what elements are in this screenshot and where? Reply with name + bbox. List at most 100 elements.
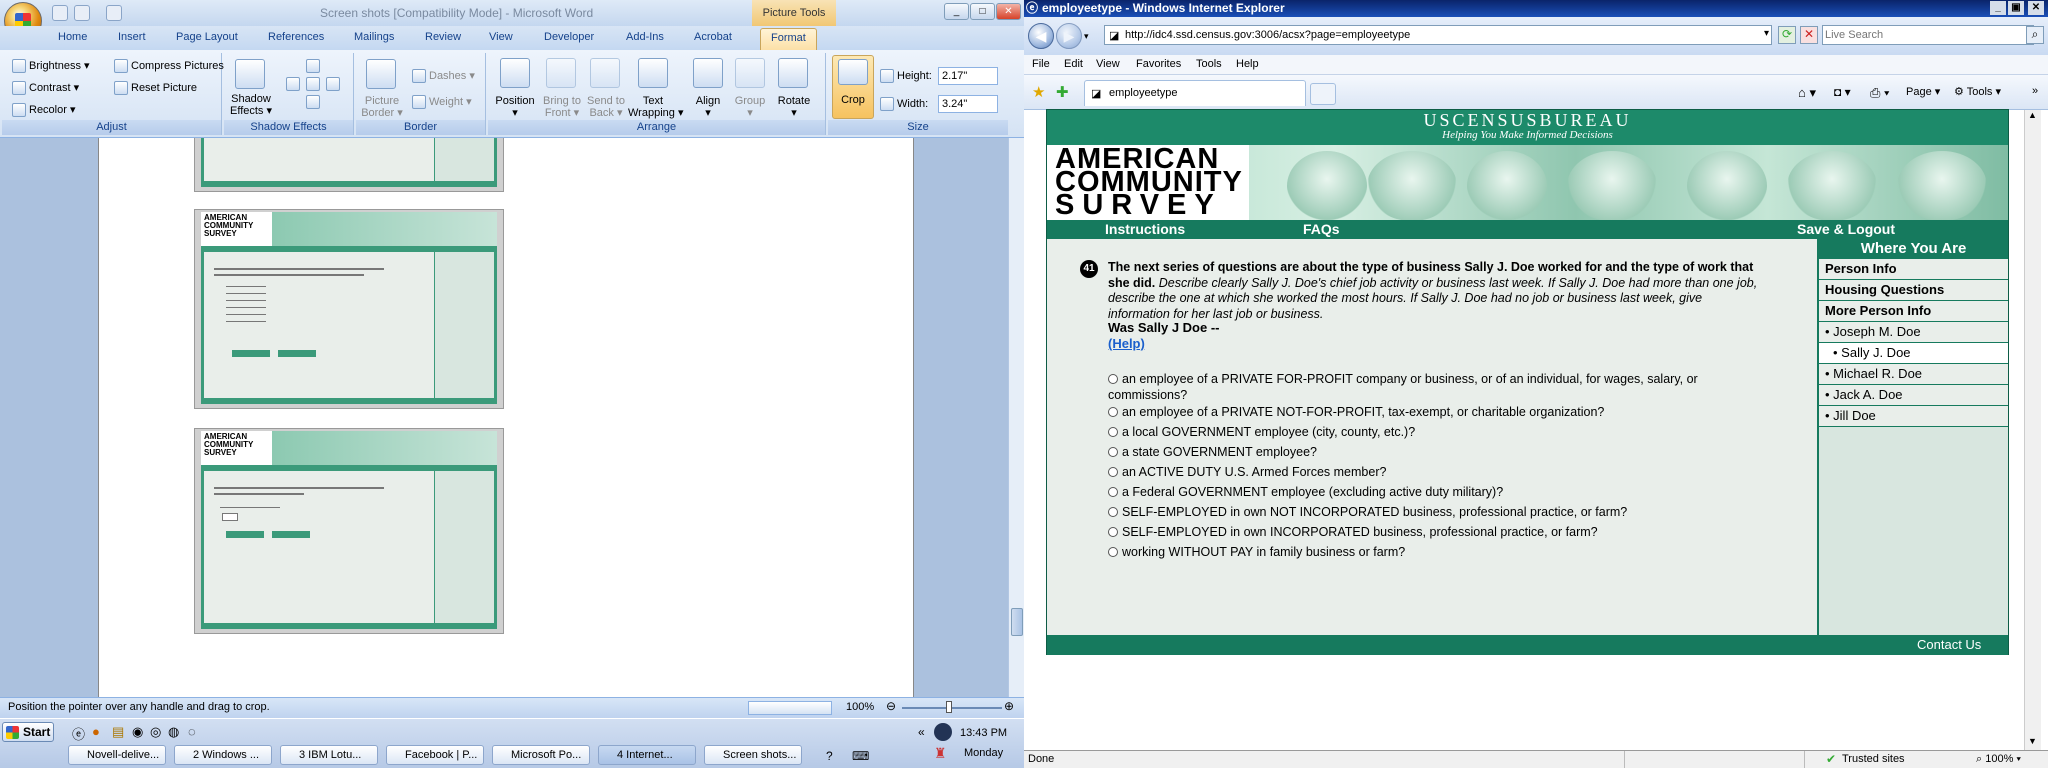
contrast-button[interactable]: Contrast ▾ [12, 81, 79, 96]
screenshot-thumbnail-3[interactable]: AMERICAN COMMUNITY SURVEY [194, 428, 504, 634]
url-dropdown-icon[interactable]: ▾ [1764, 28, 1769, 39]
sidebar-person-joseph[interactable]: • Joseph M. Doe [1819, 322, 2008, 343]
bring-to-front-button[interactable]: Bring to Front ▾ [540, 95, 584, 119]
zoom-slider[interactable] [902, 707, 1002, 709]
send-to-back-icon[interactable] [590, 58, 620, 88]
tab-developer[interactable]: Developer [544, 31, 594, 43]
nudge-right-icon[interactable] [326, 77, 340, 91]
taskbar-button-facebook[interactable]: Facebook | P... [386, 745, 484, 765]
scrollbar-thumb[interactable] [1011, 608, 1023, 636]
screenshot-thumbnail-2[interactable]: AMERICAN COMMUNITY SURVEY [194, 209, 504, 409]
toolbar-overflow-icon[interactable]: » [2032, 85, 2038, 97]
nudge-up-icon[interactable] [306, 59, 320, 73]
zoom-out-icon[interactable]: ⊖ [886, 699, 896, 713]
tab-add-ins[interactable]: Add-Ins [626, 31, 664, 43]
align-button[interactable]: Align ▾ [684, 95, 732, 119]
tray-security-icon[interactable]: ♜ [934, 745, 947, 762]
text-wrapping-button[interactable]: Text Wrapping ▾ [628, 95, 683, 119]
forward-button[interactable]: ▶ [1056, 23, 1082, 49]
refresh-icon[interactable]: ⟳ [1778, 26, 1796, 44]
menu-help[interactable]: Help [1236, 58, 1259, 70]
new-tab-button[interactable] [1310, 83, 1336, 105]
bring-to-front-icon[interactable] [546, 58, 576, 88]
add-favorite-icon[interactable]: ✚ [1056, 83, 1069, 101]
nav-history-icon[interactable]: ▾ [1084, 31, 1089, 42]
menu-file[interactable]: File [1032, 58, 1050, 70]
rotate-button[interactable]: Rotate ▾ [772, 95, 816, 119]
brightness-button[interactable]: Brightness ▾ [12, 59, 90, 74]
document-page[interactable]: AMERICAN COMMUNITY SURVEY AMERICAN COMMU… [98, 138, 914, 698]
compress-pictures-button[interactable]: Compress Pictures [114, 59, 224, 73]
align-icon[interactable] [693, 58, 723, 88]
search-input[interactable] [1822, 25, 2034, 45]
option-private-not-for-profit[interactable]: an employee of a PRIVATE NOT-FOR-PROFIT,… [1108, 404, 1748, 420]
height-input[interactable]: 2.17" [938, 67, 998, 85]
shadow-effects-button[interactable]: Shadow Effects ▾ [230, 93, 272, 117]
quicklaunch-ie-icon[interactable]: ⓔ [72, 724, 85, 743]
radio-button[interactable] [1108, 547, 1118, 557]
radio-button[interactable] [1108, 467, 1118, 477]
radio-button[interactable] [1108, 427, 1118, 437]
option-private-for-profit[interactable]: an employee of a PRIVATE FOR-PROFIT comp… [1108, 371, 1748, 403]
zoom-slider-thumb[interactable] [946, 701, 952, 713]
tray-expand-icon[interactable]: « [918, 725, 925, 739]
feeds-icon[interactable]: ◘ ▾ [1834, 85, 1851, 99]
group-button[interactable]: Group ▾ [728, 95, 772, 119]
ie-restore-button[interactable]: ▣ [2008, 1, 2024, 15]
ie-close-button[interactable]: ✕ [2028, 1, 2044, 15]
sidebar-item-housing-questions[interactable]: Housing Questions [1819, 280, 2008, 301]
quicklaunch-messenger-icon[interactable]: ◍ [168, 724, 179, 740]
tab-view[interactable]: View [489, 31, 513, 43]
favorites-star-icon[interactable]: ★ [1032, 83, 1045, 101]
text-wrapping-icon[interactable] [638, 58, 668, 88]
tab-acrobat[interactable]: Acrobat [694, 31, 732, 43]
sidebar-item-more-person-info[interactable]: More Person Info [1819, 301, 2008, 322]
width-input[interactable]: 3.24" [938, 95, 998, 113]
option-self-employed-incorporated[interactable]: SELF-EMPLOYED in own INCORPORATED busine… [1108, 524, 1748, 540]
page-menu[interactable]: Page ▾ [1906, 85, 1940, 98]
undo-icon[interactable] [74, 5, 90, 21]
reset-picture-button[interactable]: Reset Picture [114, 81, 197, 95]
view-buttons[interactable] [748, 701, 832, 715]
radio-button[interactable] [1108, 527, 1118, 537]
tab-references[interactable]: References [268, 31, 324, 43]
dashes-button[interactable]: Dashes ▾ [412, 69, 475, 84]
tab-insert[interactable]: Insert [118, 31, 146, 43]
start-button[interactable]: Start [2, 722, 54, 742]
group-icon[interactable] [735, 58, 765, 88]
taskbar-button-novell[interactable]: Novell-delive... [68, 745, 166, 765]
option-armed-forces[interactable]: an ACTIVE DUTY U.S. Armed Forces member? [1108, 464, 1748, 480]
quicklaunch-media-icon[interactable]: ◉ [132, 724, 143, 740]
send-to-back-button[interactable]: Send to Back ▾ [584, 95, 628, 119]
tab-page-layout[interactable]: Page Layout [176, 31, 238, 43]
tab-format[interactable]: Format [760, 28, 817, 50]
ie-minimize-button[interactable]: _ [1990, 1, 2006, 15]
contact-us-link[interactable]: Contact Us [1917, 637, 1981, 652]
help-link[interactable]: (Help) [1108, 336, 1145, 351]
taskbar-button-word[interactable]: Screen shots... [704, 745, 802, 765]
weight-button[interactable]: Weight ▾ [412, 95, 472, 110]
taskbar-button-lotus[interactable]: 3 IBM Lotu... [280, 745, 378, 765]
quicklaunch-app-icon[interactable]: ◎ [150, 724, 161, 740]
radio-button[interactable] [1108, 487, 1118, 497]
home-icon[interactable]: ⌂ ▾ [1798, 85, 1816, 101]
taskbar-button-windows[interactable]: 2 Windows ... [174, 745, 272, 765]
recolor-button[interactable]: Recolor ▾ [12, 103, 75, 118]
save-logout-link[interactable]: Save & Logout [1797, 221, 1895, 237]
option-state-government[interactable]: a state GOVERNMENT employee? [1108, 444, 1748, 460]
menu-edit[interactable]: Edit [1064, 58, 1083, 70]
sidebar-person-jill[interactable]: • Jill Doe [1819, 406, 2008, 427]
taskbar-button-internet-explorer[interactable]: 4 Internet... [598, 745, 696, 765]
close-button[interactable]: ✕ [996, 3, 1021, 20]
zoom-in-icon[interactable]: ⊕ [1004, 699, 1014, 713]
back-button[interactable]: ◀ [1028, 23, 1054, 49]
redo-icon[interactable] [106, 5, 122, 21]
ie-tab-employeetype[interactable]: ◪ employeetype [1084, 80, 1306, 106]
tray-help-icon[interactable]: ? [826, 749, 833, 763]
vertical-scrollbar[interactable] [1008, 138, 1024, 698]
zoom-level[interactable]: 100% [846, 701, 874, 713]
print-icon[interactable]: ⎙ ▾ [1870, 85, 1889, 101]
quicklaunch-other-icon[interactable]: ◌ [188, 724, 196, 739]
sidebar-person-michael[interactable]: • Michael R. Doe [1819, 364, 2008, 385]
tray-network-icon[interactable] [934, 723, 952, 741]
